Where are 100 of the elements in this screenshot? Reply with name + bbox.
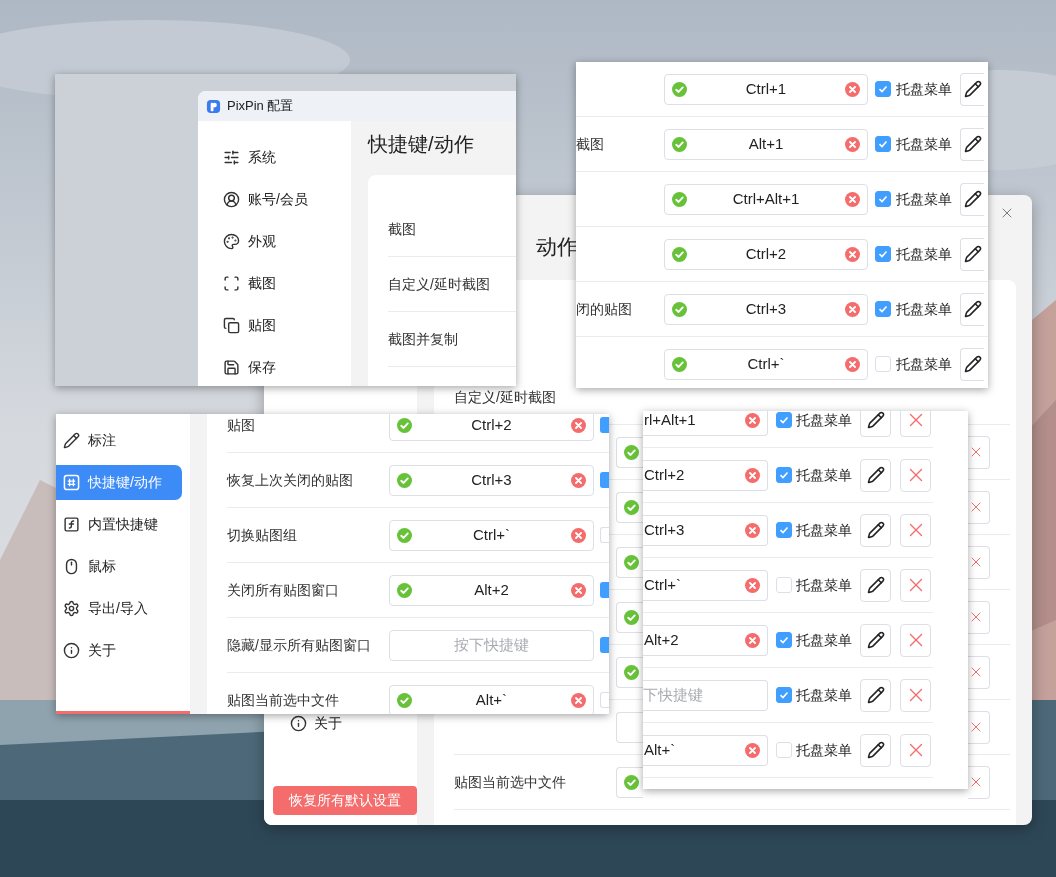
delete-button[interactable] — [900, 733, 931, 767]
edit-button[interactable] — [860, 513, 891, 547]
clear-icon[interactable] — [745, 522, 760, 538]
tray-checkbox[interactable] — [776, 467, 792, 483]
delete-button[interactable] — [900, 513, 931, 547]
tray-checkbox[interactable] — [875, 301, 891, 317]
clear-icon[interactable] — [845, 301, 860, 317]
shortcut-field[interactable] — [616, 711, 643, 743]
delete-button[interactable] — [968, 710, 990, 744]
delete-button[interactable] — [968, 655, 990, 689]
delete-button[interactable] — [968, 765, 990, 799]
tray-checkbox[interactable] — [600, 582, 609, 598]
shortcut-field[interactable]: rl+Alt+1 — [643, 411, 768, 436]
delete-button[interactable] — [968, 600, 990, 634]
edit-button[interactable] — [860, 623, 891, 657]
shortcut-field[interactable]: Alt+2 — [389, 574, 594, 606]
sidebar-item-label: 截图 — [248, 273, 276, 293]
shortcut-field[interactable]: Ctrl+` — [389, 519, 594, 551]
clear-icon[interactable] — [571, 472, 586, 488]
shortcut-field[interactable]: Ctrl+2 — [389, 414, 594, 441]
tray-checkbox[interactable] — [776, 522, 792, 538]
clear-icon[interactable] — [745, 742, 760, 758]
sidebar-item[interactable]: 外观 — [198, 220, 351, 262]
shortcut-field[interactable] — [616, 546, 643, 578]
sidebar-item[interactable]: 标注 — [56, 422, 182, 458]
sidebar-item[interactable]: 鼠标 — [56, 548, 182, 584]
edit-button[interactable] — [860, 678, 891, 712]
shortcut-field[interactable]: Ctrl+2 — [664, 238, 868, 270]
shortcut-field[interactable]: Ctrl+2 — [643, 459, 768, 491]
clear-icon[interactable] — [745, 412, 760, 428]
edit-button[interactable] — [860, 411, 891, 437]
tray-checkbox[interactable] — [875, 246, 891, 262]
tray-checkbox[interactable] — [600, 637, 609, 653]
shortcut-field[interactable]: Alt+` — [643, 734, 768, 766]
sidebar-item[interactable]: 保存 — [198, 346, 351, 386]
sidebar-item[interactable]: 截图 — [198, 262, 351, 304]
clear-icon[interactable] — [745, 577, 760, 593]
edit-button[interactable] — [960, 72, 984, 106]
tray-checkbox[interactable] — [875, 136, 891, 152]
shortcut-field[interactable]: Ctrl+3 — [664, 293, 868, 325]
shortcut-field[interactable] — [616, 601, 643, 633]
action-label: 切换贴图组 — [227, 525, 298, 545]
clear-icon[interactable] — [571, 417, 586, 433]
action-label: 隐藏/显示所有贴图窗口 — [227, 635, 372, 655]
tray-checkbox[interactable] — [776, 632, 792, 648]
sidebar-item[interactable]: 账号/会员 — [198, 178, 351, 220]
shortcut-field[interactable] — [616, 766, 643, 798]
tray-checkbox[interactable] — [875, 191, 891, 207]
shortcut-field[interactable] — [616, 436, 643, 468]
shortcut-field[interactable]: Ctrl+1 — [664, 73, 868, 105]
edit-button[interactable] — [860, 733, 891, 767]
delete-button[interactable] — [900, 411, 931, 437]
clear-icon[interactable] — [845, 136, 860, 152]
tray-checkbox[interactable] — [776, 687, 792, 703]
clear-icon[interactable] — [845, 191, 860, 207]
action-label: 截图 — [388, 219, 416, 239]
sidebar-item[interactable]: 贴图 — [198, 304, 351, 346]
clear-icon[interactable] — [845, 81, 860, 97]
tray-checkbox[interactable] — [776, 412, 792, 428]
clear-icon[interactable] — [745, 467, 760, 483]
sidebar-item[interactable]: 导出/导入 — [56, 590, 182, 626]
clear-icon[interactable] — [571, 692, 586, 708]
shortcut-field[interactable]: Ctrl+` — [664, 348, 868, 380]
sidebar-item-label: 账号/会员 — [248, 189, 308, 209]
clear-icon[interactable] — [745, 632, 760, 648]
clear-icon[interactable] — [845, 246, 860, 262]
tray-checkbox[interactable] — [875, 81, 891, 97]
edit-button[interactable] — [860, 568, 891, 602]
shortcut-keys: Ctrl+3 — [412, 468, 571, 492]
delete-button[interactable] — [900, 458, 931, 492]
delete-button[interactable] — [900, 678, 931, 712]
sidebar-item[interactable]: 关于 — [290, 713, 342, 734]
shortcut-field[interactable]: Alt+1 — [664, 128, 868, 160]
edit-button[interactable] — [960, 347, 984, 381]
sidebar-item[interactable]: 内置快捷键 — [56, 506, 182, 542]
shortcut-field[interactable]: Ctrl+3 — [389, 464, 594, 496]
shortcut-field[interactable]: Alt+2 — [643, 624, 768, 656]
shortcut-field[interactable] — [616, 491, 643, 523]
edit-button[interactable] — [960, 182, 984, 216]
edit-button[interactable] — [860, 458, 891, 492]
edit-button[interactable] — [960, 237, 984, 271]
sidebar-item[interactable]: 关于 — [56, 632, 182, 668]
clear-icon[interactable] — [571, 582, 586, 598]
sidebar-item[interactable]: 系统 — [198, 136, 351, 178]
shortcut-field[interactable]: Alt+` — [389, 684, 594, 714]
delete-button[interactable] — [968, 545, 990, 579]
clear-icon[interactable] — [571, 527, 586, 543]
delete-button[interactable] — [968, 435, 990, 469]
shortcut-field[interactable] — [616, 656, 643, 688]
delete-button[interactable] — [900, 623, 931, 657]
tray-checkbox[interactable] — [600, 417, 609, 433]
shortcut-field[interactable]: Ctrl+` — [643, 569, 768, 601]
edit-button[interactable] — [960, 292, 984, 326]
tray-checkbox[interactable] — [600, 472, 609, 488]
shortcut-field[interactable]: Ctrl+Alt+1 — [664, 183, 868, 215]
shortcut-field[interactable]: Ctrl+3 — [643, 514, 768, 546]
delete-button[interactable] — [900, 568, 931, 602]
delete-button[interactable] — [968, 490, 990, 524]
clear-icon[interactable] — [845, 356, 860, 372]
edit-button[interactable] — [960, 127, 984, 161]
